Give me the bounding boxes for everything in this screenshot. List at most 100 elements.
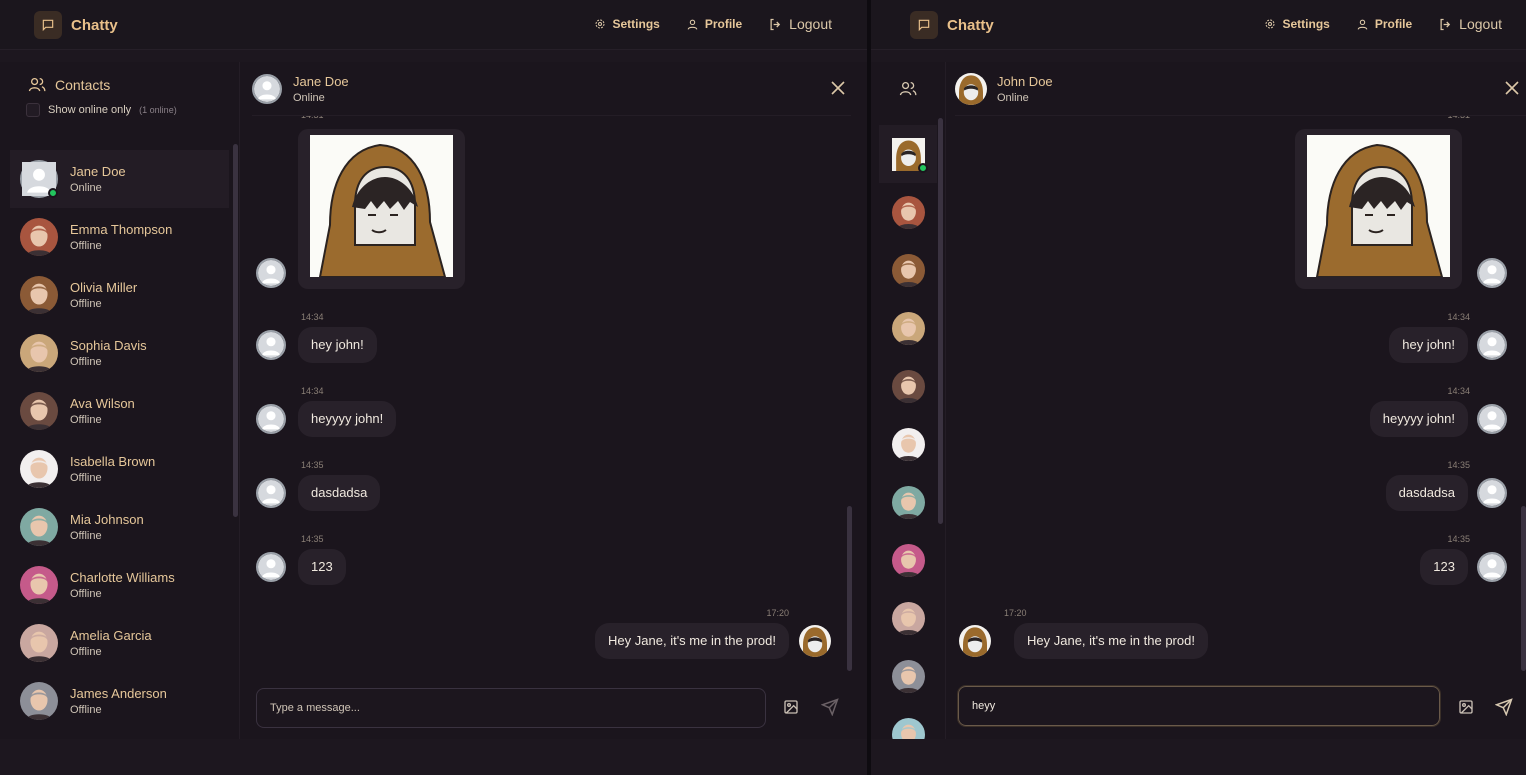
contact-item[interactable]: Olivia Miller Offline (10, 266, 229, 324)
profile-button[interactable]: Profile (686, 17, 742, 31)
contact-item[interactable] (879, 125, 937, 183)
contact-item[interactable] (879, 705, 937, 739)
image-message-bubble (298, 129, 465, 289)
users-icon (899, 81, 917, 96)
message-composer: heyy (946, 685, 1526, 734)
contact-status: Offline (70, 646, 102, 658)
chat-partner-name: John Doe (997, 73, 1053, 89)
contact-item[interactable] (879, 473, 937, 531)
contact-item[interactable]: Ava Wilson Offline (10, 382, 229, 440)
app-logo[interactable]: Chatty (34, 11, 118, 39)
contact-item[interactable] (879, 589, 937, 647)
chat-container: Contacts Show online only (1 online) Jan… (0, 62, 867, 739)
send-button[interactable] (820, 698, 839, 721)
contact-item[interactable] (879, 299, 937, 357)
attach-image-button[interactable] (1458, 699, 1474, 720)
contact-avatar (891, 427, 925, 461)
app-logo[interactable]: Chatty (910, 11, 994, 39)
app-name: Chatty (71, 16, 118, 34)
contact-item[interactable] (879, 241, 937, 299)
contact-item[interactable] (879, 183, 937, 241)
user-icon (687, 19, 698, 30)
close-chat-button[interactable] (831, 81, 845, 100)
contact-item[interactable]: Sophia Davis Offline (10, 324, 229, 382)
sender-avatar (256, 478, 286, 508)
avatar (955, 72, 987, 105)
sender-avatar (1477, 552, 1507, 582)
logout-icon (1440, 18, 1451, 30)
contact-name: Ava Wilson (70, 396, 135, 411)
message-timestamp: 14:31 (1447, 116, 1470, 120)
contact-item[interactable]: Isabella Brown Offline (10, 440, 229, 498)
attach-image-button[interactable] (783, 699, 799, 720)
contact-info: Isabella Brown Offline (70, 454, 155, 484)
contact-avatar (891, 195, 925, 229)
logout-label: Logout (789, 16, 832, 32)
contacts-toggle[interactable] (899, 80, 918, 102)
online-filter[interactable]: Show online only (1 online) (26, 103, 177, 117)
message-bubble: dasdadsa (1385, 475, 1468, 511)
contact-name: Olivia Miller (70, 280, 138, 295)
contact-name: Isabella Brown (70, 454, 156, 469)
contact-item[interactable] (879, 357, 937, 415)
message-bubble: hey john! (1389, 327, 1468, 363)
users-icon (28, 77, 46, 92)
default-avatar-icon (252, 73, 282, 104)
profile-button[interactable]: Profile (1356, 17, 1412, 31)
messages-scrollbar[interactable] (1521, 506, 1526, 671)
contact-name: James Anderson (70, 686, 167, 701)
contact-info: Olivia Miller Offline (70, 280, 137, 310)
contacts-title: Contacts (28, 76, 177, 93)
contact-info: Emma Thompson Offline (70, 222, 172, 252)
contact-info: Amelia Garcia Offline (70, 628, 152, 658)
contact-item[interactable]: Jane Doe Online (10, 150, 229, 208)
chat-partner-avatar (252, 73, 282, 104)
contact-item[interactable] (879, 647, 937, 705)
contact-status: Offline (70, 356, 102, 368)
close-chat-button[interactable] (1505, 81, 1519, 100)
settings-button[interactable]: Settings (594, 17, 660, 31)
contact-status: Offline (70, 240, 102, 252)
message-timestamp: 17:20 (766, 608, 789, 618)
messages-scrollbar[interactable] (847, 506, 852, 671)
contact-item[interactable]: Amelia Garcia Offline (10, 614, 229, 672)
user-icon (1357, 19, 1368, 30)
message-bubble: hey john! (298, 327, 377, 363)
settings-button[interactable]: Settings (1264, 17, 1330, 31)
contact-item[interactable]: Emma Thompson Offline (10, 208, 229, 266)
contact-info: Sophia Davis Offline (70, 338, 147, 368)
contact-status: Online (70, 182, 102, 194)
profile-label: Profile (1374, 17, 1413, 31)
contact-item[interactable]: Mia Johnson Offline (10, 498, 229, 556)
contact-avatar (20, 624, 58, 662)
contact-item[interactable]: James Anderson Offline (10, 672, 229, 730)
sender-avatar (1477, 478, 1507, 508)
message-input[interactable]: heyy (957, 685, 1441, 727)
contact-avatar-list (879, 125, 937, 739)
sidebar-scrollbar[interactable] (233, 144, 238, 517)
settings-label: Settings (612, 17, 660, 31)
contact-item[interactable] (879, 531, 937, 589)
message-input[interactable]: Type a message... (256, 688, 766, 728)
sender-avatar (256, 258, 286, 288)
logout-button[interactable]: Logout (768, 16, 832, 32)
contact-status: Offline (70, 588, 102, 600)
contacts-sidebar-collapsed (871, 62, 946, 739)
sidebar-scrollbar[interactable] (938, 118, 943, 524)
shared-image[interactable] (310, 135, 453, 277)
send-button[interactable] (1494, 698, 1513, 721)
logout-button[interactable]: Logout (1438, 16, 1502, 32)
contact-name: Emma Thompson (70, 222, 173, 237)
chat-partner-status: Online (997, 91, 1029, 104)
message-bubble: dasdadsa (298, 475, 381, 511)
shared-image[interactable] (1307, 135, 1450, 277)
online-only-checkbox[interactable] (26, 103, 40, 117)
chat-partner-avatar (955, 72, 987, 105)
contact-item[interactable]: Charlotte Williams Offline (10, 556, 229, 614)
contact-item[interactable] (879, 415, 937, 473)
sender-avatar (256, 404, 286, 434)
message-timestamp: 14:34 (301, 312, 324, 322)
contact-avatar (891, 543, 925, 577)
message-timestamp: 14:34 (1447, 312, 1470, 322)
contact-status: Offline (70, 414, 102, 426)
